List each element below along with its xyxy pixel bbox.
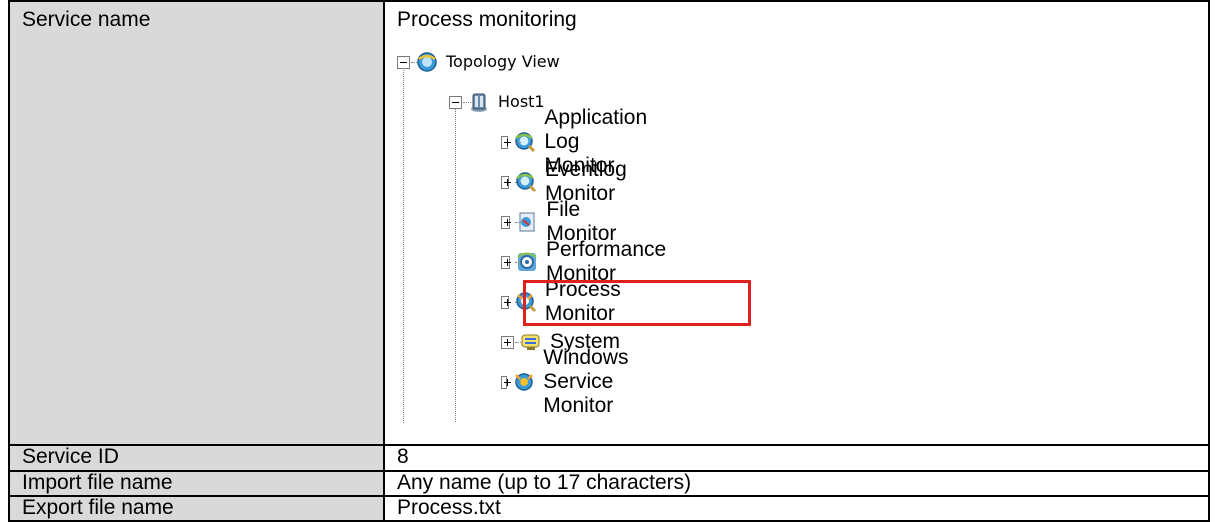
label-cell: Service name (8, 0, 385, 447)
tree-node-windows-service-monitor[interactable]: Windows Service Monitor (501, 346, 635, 417)
expand-icon[interactable] (501, 335, 514, 349)
collapse-icon[interactable] (449, 95, 462, 109)
tree-node-host1[interactable]: Host1 (449, 90, 545, 114)
import-file-name-label: Import file name (22, 470, 173, 494)
tree-guide-line (515, 142, 521, 143)
tree-node-label: Host1 (498, 92, 545, 111)
value-cell: Any name (up to 17 characters) (383, 469, 1210, 497)
service-name-label: Service name (22, 8, 151, 31)
tree-node-performance-monitor[interactable]: Performance Monitor (501, 238, 670, 285)
value-cell: Process monitoring Topology View Host1 A… (383, 0, 1210, 447)
import-file-name-value: Any name (up to 17 characters) (397, 470, 692, 494)
tree-guide-line (515, 302, 521, 303)
topology-icon (416, 51, 438, 73)
topology-tree-screenshot: Topology View Host1 Application Log Moni… (397, 50, 1208, 423)
tree-guide-line (403, 68, 404, 423)
tree-node-file-monitor[interactable]: File Monitor (501, 198, 620, 245)
tree-node-label: Topology View (446, 52, 560, 71)
label-cell: Export file name (8, 494, 385, 522)
expand-icon[interactable] (501, 215, 512, 229)
service-id-label: Service ID (22, 445, 119, 469)
value-cell: 8 (383, 444, 1210, 472)
tree-guide-line (455, 106, 456, 422)
tree-node-topology-view[interactable]: Topology View (397, 50, 560, 74)
label-cell: Import file name (8, 469, 385, 497)
expand-icon[interactable] (501, 295, 511, 309)
service-id-value: 8 (397, 445, 409, 469)
tree-guide-line (515, 342, 521, 343)
highlight-box (523, 280, 751, 326)
tree-guide-line (515, 382, 521, 383)
export-file-name-value: Process.txt (397, 495, 501, 519)
tree-guide-line (515, 182, 521, 183)
expand-icon[interactable] (501, 135, 512, 149)
export-file-name-label: Export file name (22, 495, 174, 519)
collapse-icon[interactable] (397, 55, 410, 69)
service-info-table: Service name Process monitoring Topology… (8, 0, 1210, 522)
server-icon (468, 91, 490, 113)
label-cell: Service ID (8, 444, 385, 472)
tree-node-application-log-monitor[interactable]: Application Log Monitor (501, 106, 653, 177)
system-icon (520, 331, 542, 353)
tree-guide-line (515, 262, 521, 263)
expand-icon[interactable] (501, 175, 512, 189)
expand-icon[interactable] (501, 375, 512, 389)
tree-node-eventlog-monitor[interactable]: Eventlog Monitor (501, 158, 632, 205)
tree-guide-line (515, 222, 521, 223)
value-cell: Process.txt (383, 494, 1210, 522)
service-name-value: Process monitoring (397, 8, 577, 31)
expand-icon[interactable] (501, 255, 511, 269)
tree-node-label: Windows Service Monitor (543, 346, 629, 417)
